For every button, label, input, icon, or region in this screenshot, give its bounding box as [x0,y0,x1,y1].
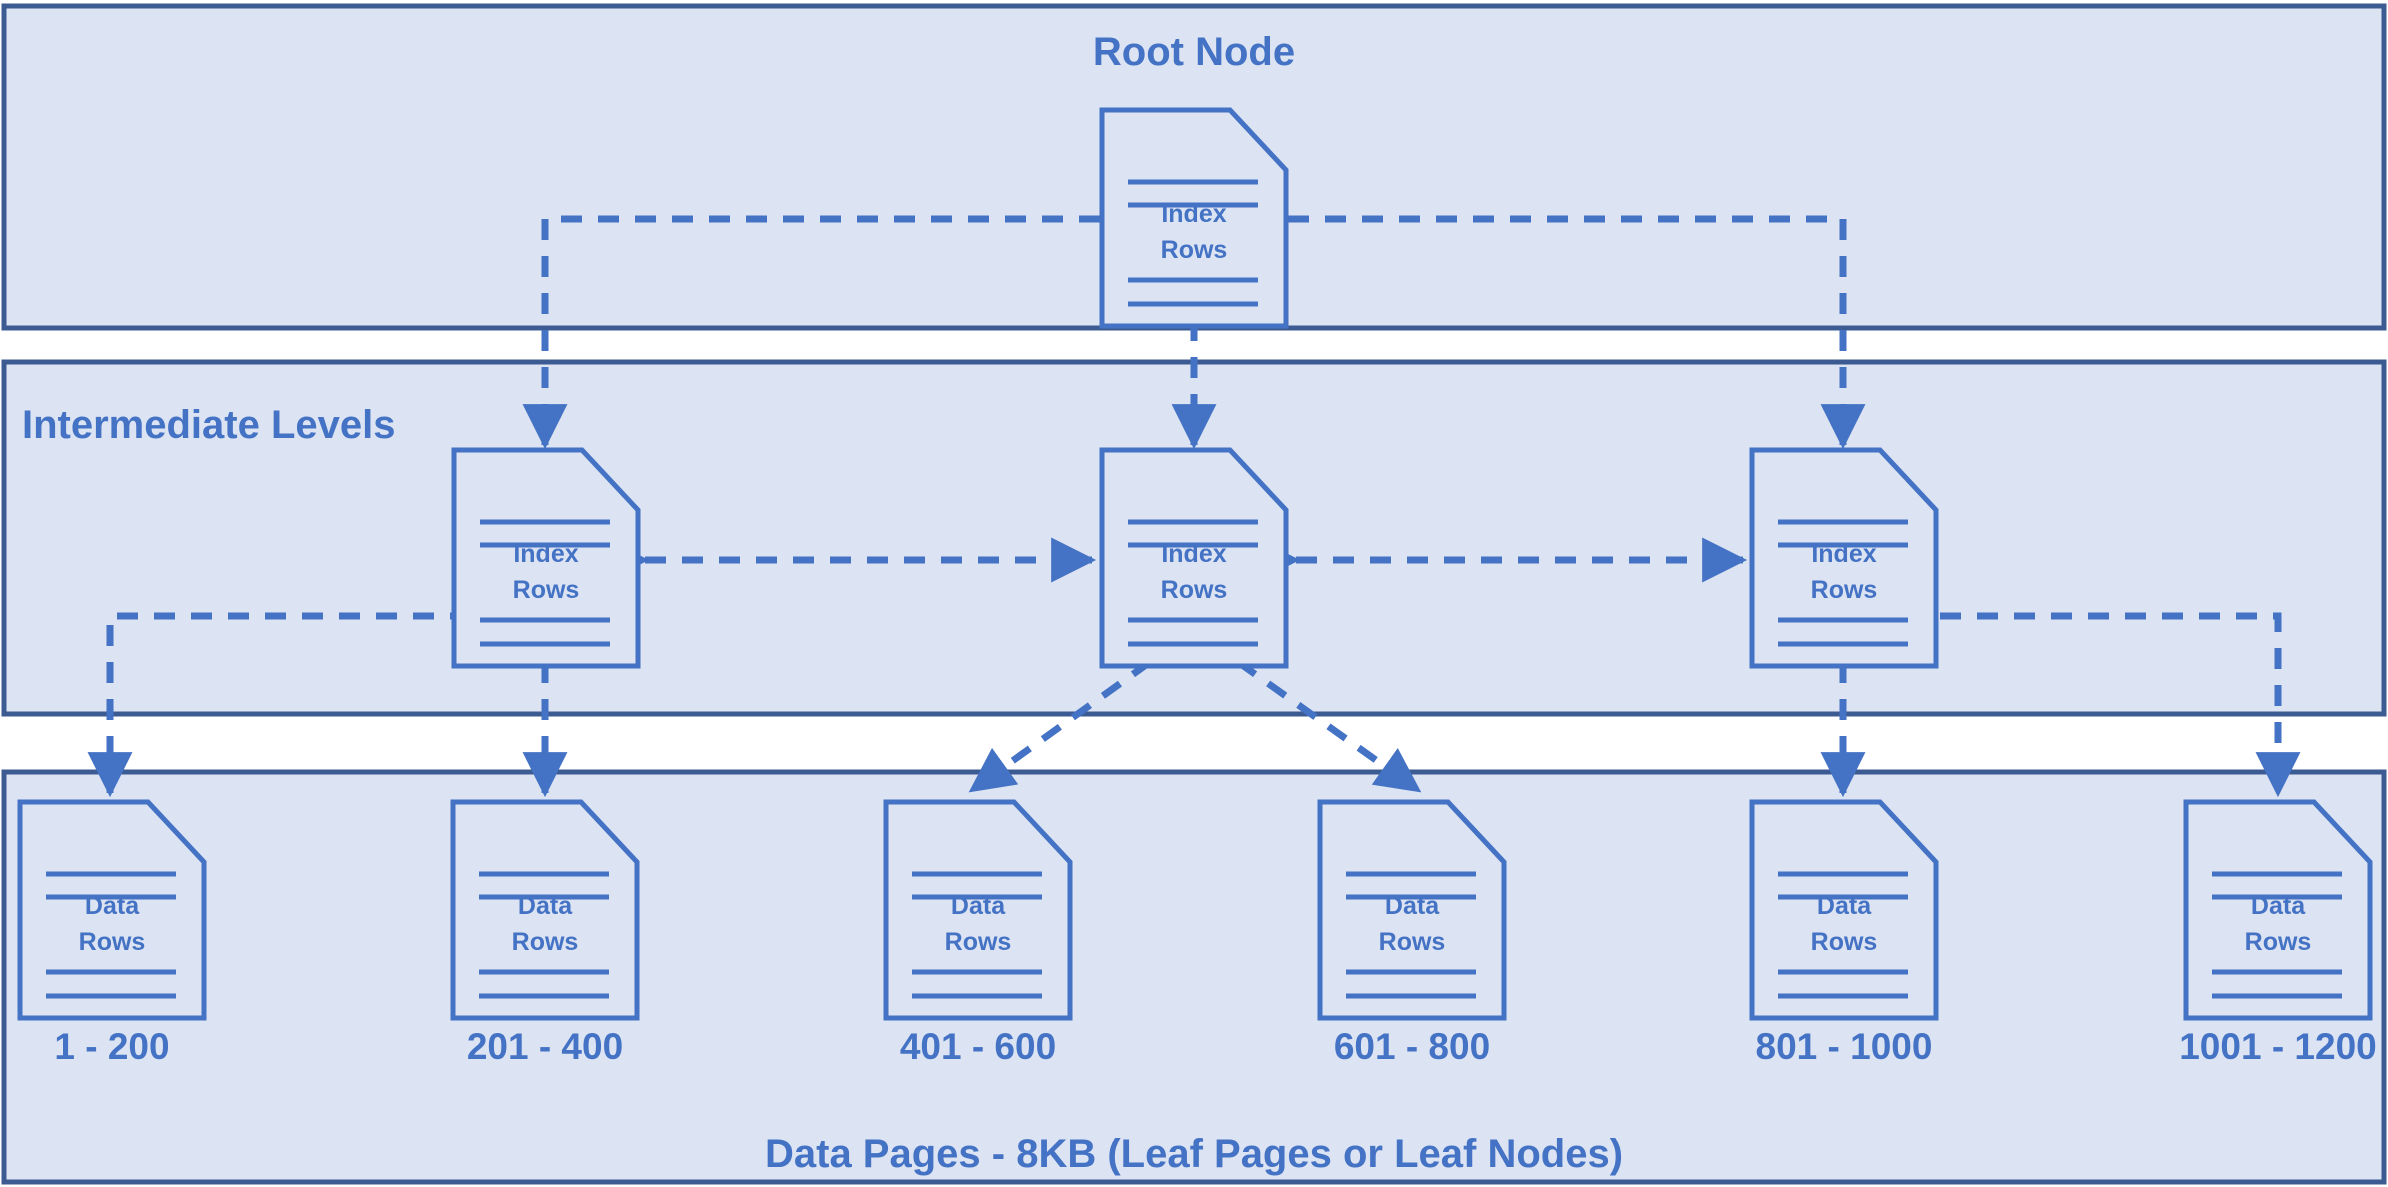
leaf-node-2[interactable]: Data Rows 201 - 400 [453,802,637,1067]
intermediate-node-left-label-line1: Index [513,540,578,568]
leaf-node-4-label-line1: Data [1385,892,1440,920]
intermediate-node-center-label-line2: Rows [1161,576,1228,604]
leaf-node-5-label-line2: Rows [1811,928,1878,956]
diagram-canvas: Root Node Intermediate Levels Data Pages… [1,3,2387,1185]
leaf-node-4-range: 601 - 800 [1334,1026,1490,1067]
leaf-node-3-label-line2: Rows [945,928,1012,956]
intermediate-node-right[interactable]: Index Rows [1752,450,1936,666]
leaf-node-5-label-line1: Data [1817,892,1872,920]
intermediate-node-center-label-line1: Index [1161,540,1226,568]
leaf-node-5-range: 801 - 1000 [1756,1026,1933,1067]
root-node-label-line2: Rows [1161,236,1228,264]
intermediate-node-right-label-line2: Rows [1811,576,1878,604]
leaf-node-1-label-line1: Data [85,892,140,920]
intermediate-node-left-label-line2: Rows [513,576,580,604]
leaf-node-2-label-line1: Data [518,892,573,920]
band-leaf: Data Pages - 8KB (Leaf Pages or Leaf Nod… [1,769,2387,1185]
leaf-node-6-label-line1: Data [2251,892,2306,920]
leaf-node-6-range: 1001 - 1200 [2179,1026,2377,1067]
root-node-label-line1: Index [1161,200,1226,228]
band-leaf-rect [1,769,2387,1185]
intermediate-node-left[interactable]: Index Rows [454,450,638,666]
leaf-node-4[interactable]: Data Rows 601 - 800 [1320,802,1504,1067]
intermediate-node-center[interactable]: Index Rows [1102,450,1286,666]
root-node[interactable]: Index Rows [1102,110,1286,326]
btree-index-diagram: Root Node Intermediate Levels Data Pages… [0,0,2388,1187]
band-intermediate-title: Intermediate Levels [22,403,396,447]
band-leaf-title: Data Pages - 8KB (Leaf Pages or Leaf Nod… [765,1132,1623,1176]
leaf-node-4-label-line2: Rows [1379,928,1446,956]
leaf-node-6-label-line2: Rows [2245,928,2312,956]
leaf-node-2-label-line2: Rows [512,928,579,956]
leaf-node-3-label-line1: Data [951,892,1006,920]
leaf-node-2-range: 201 - 400 [467,1026,623,1067]
leaf-node-6[interactable]: Data Rows 1001 - 1200 [2179,802,2377,1067]
leaf-node-3-range: 401 - 600 [900,1026,1056,1067]
leaf-node-3[interactable]: Data Rows 401 - 600 [886,802,1070,1067]
intermediate-node-right-label-line1: Index [1811,540,1876,568]
band-root-title: Root Node [1093,30,1295,74]
leaf-node-1-label-line2: Rows [79,928,146,956]
leaf-node-5[interactable]: Data Rows 801 - 1000 [1752,802,1936,1067]
leaf-node-1-range: 1 - 200 [54,1026,169,1067]
